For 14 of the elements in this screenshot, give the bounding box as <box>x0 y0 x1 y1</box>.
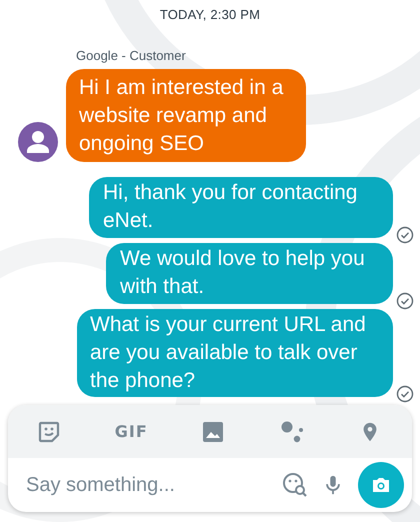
emoji-search-icon[interactable] <box>282 472 308 498</box>
message-bubble: What is your current URL and are you available to talk over the phone? <box>77 309 393 397</box>
sender-name: Google - Customer <box>76 48 187 63</box>
message-bubble: Hi, thank you for contacting eNet. <box>89 177 393 238</box>
gif-button[interactable]: GIF <box>114 422 148 441</box>
assistant-icon[interactable] <box>279 418 306 444</box>
message-input-field[interactable]: Say something... <box>24 472 268 498</box>
sticker-icon[interactable] <box>37 420 61 444</box>
message-bubble: Hi I am interested in a website revamp and ongoing SEO <box>66 69 306 162</box>
avatar-icon <box>18 122 58 162</box>
message-bubble: We would love to help you with that. <box>106 243 393 304</box>
timestamp: TODAY, 2:30 PM <box>160 7 260 22</box>
image-icon[interactable] <box>201 420 226 444</box>
camera-button[interactable] <box>358 462 404 508</box>
